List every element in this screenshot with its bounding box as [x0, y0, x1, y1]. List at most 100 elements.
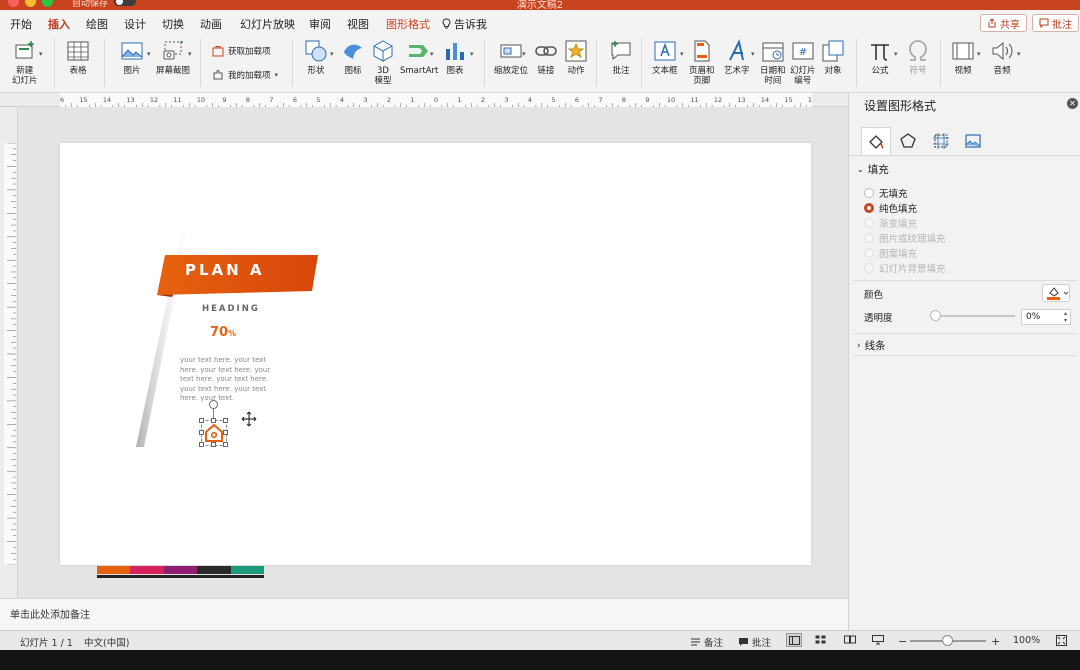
shapes-caret-icon[interactable]: ▾: [330, 50, 334, 58]
comment-button[interactable]: 批注: [609, 39, 633, 76]
tab-fill-line[interactable]: [861, 127, 891, 155]
radio-button[interactable]: [864, 233, 874, 243]
transparency-slider-knob[interactable]: [930, 310, 941, 321]
heading-label[interactable]: HEADING: [202, 304, 260, 314]
zoom-slider-knob[interactable]: [942, 635, 953, 646]
tab-view[interactable]: 视图: [347, 16, 369, 32]
percent-value[interactable]: 70%: [210, 325, 236, 340]
zoom-in-icon[interactable]: +: [991, 635, 1000, 648]
fit-to-window-button[interactable]: [1056, 635, 1067, 646]
3d-model-button[interactable]: 3D 模型: [371, 39, 395, 86]
resize-handle-ne[interactable]: [223, 418, 228, 423]
audio-caret-icon[interactable]: ▾: [1017, 50, 1021, 58]
my-addins-button[interactable]: 我的加载项 ▾: [212, 69, 278, 81]
rotate-handle[interactable]: [209, 400, 218, 409]
video-caret-icon[interactable]: ▾: [977, 50, 981, 58]
zoom-level[interactable]: 100%: [1013, 635, 1040, 646]
zoom-slider[interactable]: [910, 635, 986, 646]
fill-option-slide-background[interactable]: 幻灯片背景填充: [864, 261, 946, 275]
icons-button[interactable]: 图标: [341, 39, 365, 76]
fill-option-none[interactable]: 无填充: [864, 186, 908, 200]
transparency-slider-track[interactable]: [935, 315, 1015, 317]
normal-view-button[interactable]: [786, 633, 802, 647]
fill-option-solid[interactable]: 纯色填充: [864, 201, 917, 215]
header-footer-button[interactable]: 页眉和 页脚: [689, 39, 715, 86]
resize-handle-sw[interactable]: [199, 442, 204, 447]
tab-tell-me[interactable]: 告诉我: [442, 16, 487, 32]
shapes-button[interactable]: 形状: [304, 39, 328, 76]
tab-draw[interactable]: 绘图: [86, 16, 108, 32]
resize-handle-e[interactable]: [223, 430, 228, 435]
slide-sorter-button[interactable]: [815, 635, 826, 644]
get-addins-button[interactable]: 获取加载项: [212, 45, 271, 57]
zoom-caret-icon[interactable]: ▾: [522, 50, 526, 58]
equation-button[interactable]: 公式: [868, 39, 892, 76]
reading-view-button[interactable]: [844, 635, 856, 644]
transparency-input[interactable]: 0% ▴ ▾: [1021, 309, 1071, 325]
tab-animations[interactable]: 动画: [200, 16, 222, 32]
wordart-button[interactable]: 艺术字: [724, 39, 750, 76]
resize-handle-s[interactable]: [211, 442, 216, 447]
line-section-header[interactable]: › 线条: [857, 338, 886, 353]
screenshot-button[interactable]: 屏幕截图: [156, 39, 190, 76]
textbox-button[interactable]: 文本框: [652, 39, 678, 76]
link-button[interactable]: 链接: [534, 39, 558, 76]
slide-number-button[interactable]: # 幻灯片 编号: [790, 39, 816, 86]
symbol-button[interactable]: 符号: [906, 39, 930, 76]
tab-home[interactable]: 开始: [10, 16, 32, 32]
wordart-caret-icon[interactable]: ▾: [751, 50, 755, 58]
smartart-caret-icon[interactable]: ▾: [430, 50, 434, 58]
tab-size-layout[interactable]: [926, 127, 956, 155]
action-button[interactable]: 动作: [564, 39, 588, 76]
tab-slideshow[interactable]: 幻灯片放映: [240, 16, 295, 32]
radio-button[interactable]: [864, 218, 874, 228]
resize-handle-se[interactable]: [223, 442, 228, 447]
table-button[interactable]: 表格: [66, 39, 90, 76]
comments-toggle-button[interactable]: 批注: [738, 635, 771, 649]
screenshot-caret-icon[interactable]: ▾: [188, 50, 192, 58]
object-button[interactable]: 对象: [821, 39, 845, 76]
close-pane-icon[interactable]: ✕: [1067, 98, 1078, 109]
chart-button[interactable]: 图表: [443, 39, 467, 76]
resize-handle-nw[interactable]: [199, 418, 204, 423]
tab-insert[interactable]: 插入: [48, 16, 70, 37]
fill-section-header[interactable]: ⌄ 填充: [857, 162, 889, 177]
zoom-out-icon[interactable]: −: [898, 635, 907, 648]
textbox-caret-icon[interactable]: ▾: [680, 50, 684, 58]
language-indicator[interactable]: 中文(中国): [84, 635, 129, 649]
tab-transitions[interactable]: 切换: [162, 16, 184, 32]
equation-caret-icon[interactable]: ▾: [894, 50, 898, 58]
new-slide-caret-icon[interactable]: ▾: [39, 50, 43, 58]
body-text[interactable]: your text here. your text here. your tex…: [180, 356, 272, 404]
tab-picture[interactable]: [958, 127, 988, 155]
notes-pane[interactable]: 单击此处添加备注: [0, 598, 848, 630]
tab-design[interactable]: 设计: [124, 16, 146, 32]
share-button[interactable]: 共享: [980, 14, 1027, 32]
fill-option-picture-texture[interactable]: 图片或纹理填充: [864, 231, 946, 245]
new-slide-button[interactable]: 新建 幻灯片: [12, 39, 38, 86]
notes-toggle-button[interactable]: 备注: [690, 635, 723, 649]
radio-button[interactable]: [864, 248, 874, 258]
slideshow-button[interactable]: [872, 635, 884, 645]
radio-button[interactable]: [864, 263, 874, 273]
slide[interactable]: PLAN A HEADING 70% your text here. your …: [60, 143, 811, 565]
date-time-button[interactable]: 日期和 时间: [760, 39, 786, 86]
resize-handle-n[interactable]: [211, 418, 216, 423]
stepper-icon[interactable]: ▴ ▾: [1064, 310, 1067, 324]
tab-review[interactable]: 审阅: [309, 16, 331, 32]
resize-handle-w[interactable]: [199, 430, 204, 435]
fill-option-gradient[interactable]: 渐变填充: [864, 216, 917, 230]
chart-caret-icon[interactable]: ▾: [470, 50, 474, 58]
picture-button[interactable]: 图片: [120, 39, 144, 76]
radio-button[interactable]: [864, 188, 874, 198]
fill-color-picker[interactable]: [1042, 284, 1070, 302]
video-button[interactable]: 视频: [951, 39, 975, 76]
audio-button[interactable]: 音频: [990, 39, 1014, 76]
radio-button-selected[interactable]: [864, 203, 874, 213]
fill-option-pattern[interactable]: 图案填充: [864, 246, 917, 260]
tab-effects[interactable]: [893, 127, 923, 155]
plan-title[interactable]: PLAN A: [185, 261, 265, 279]
tab-shape-format[interactable]: 图形格式: [386, 16, 430, 32]
picture-caret-icon[interactable]: ▾: [147, 50, 151, 58]
comments-button[interactable]: 批注: [1032, 14, 1079, 32]
